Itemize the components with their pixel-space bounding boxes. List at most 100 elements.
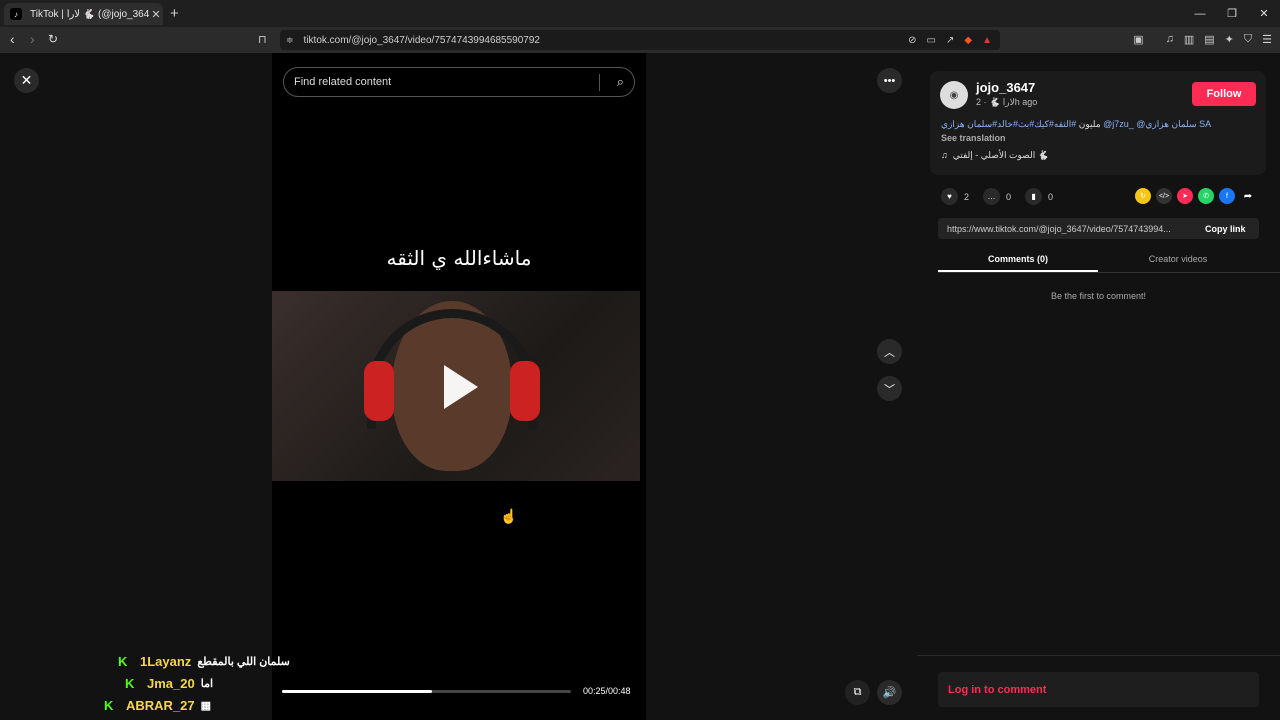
video-frame[interactable] [272, 291, 640, 481]
comment-button[interactable]: … 0 [983, 188, 1011, 205]
headphone-cup-left [364, 361, 394, 421]
comment-icon: … [983, 188, 1001, 205]
username[interactable]: jojo_3647 [976, 80, 1035, 95]
follow-button[interactable]: Follow [1192, 82, 1256, 106]
share-link-url[interactable]: https://www.tiktok.com/@jojo_3647/video/… [947, 224, 1193, 234]
mouse-cursor-icon: ☝ [500, 508, 518, 524]
minimize-icon[interactable]: — [1184, 0, 1216, 27]
reload-icon[interactable]: ↻ [48, 32, 58, 46]
browser-tab-strip: ♪ TikTok | لارا 🐇 (@jojo_3647) ✕ + — ❐ ✕ [0, 0, 1280, 27]
share-arrow-icon[interactable]: ➦ [1240, 188, 1256, 204]
leo-icon[interactable]: ✦ [1225, 33, 1234, 46]
pip-icon: ⧉ [853, 686, 862, 698]
share-link-box: https://www.tiktok.com/@jojo_3647/video/… [938, 218, 1259, 239]
menu-icon[interactable]: ☰ [1262, 33, 1272, 46]
bookmark-icon: ▮ [1025, 188, 1043, 205]
heart-icon: ♥ [941, 188, 958, 205]
description-text: مليون [1078, 119, 1101, 129]
window-controls: — ❐ ✕ [1184, 0, 1280, 27]
tab-comments[interactable]: Comments (0) [938, 250, 1098, 272]
more-icon: ••• [883, 74, 896, 87]
related-search[interactable]: Find related content ⌕ [283, 67, 635, 97]
video-player[interactable]: Find related content ⌕ ماشاءالله ي الثقه… [272, 53, 646, 720]
facebook-icon[interactable]: f [1219, 188, 1235, 204]
restore-icon[interactable]: ❐ [1216, 0, 1248, 27]
description-mentions[interactable]: @j7zu_ @سلمان هزازي [1103, 119, 1196, 129]
tiktok-icon: ♪ [10, 8, 22, 20]
close-icon: ✕ [20, 72, 33, 88]
browser-tab[interactable]: ♪ TikTok | لارا 🐇 (@jojo_3647) ✕ [4, 3, 163, 25]
avatar[interactable]: ◉ [940, 81, 968, 109]
whatsapp-icon[interactable]: ✆ [1198, 188, 1214, 204]
volume-button[interactable]: 🔊 [877, 680, 902, 705]
wallet-icon[interactable]: ▤ [1204, 33, 1214, 46]
headphone-cup-right [510, 361, 540, 421]
cast-icon[interactable]: ▭ [927, 35, 936, 46]
progress-bar[interactable] [282, 690, 571, 693]
forward-icon[interactable]: › [30, 31, 35, 47]
music-title[interactable]: الصوت الأصلي - إلفتي 🐇 [953, 150, 1049, 160]
search-divider [599, 74, 600, 91]
new-tab-icon[interactable]: + [170, 5, 179, 22]
video-caption: ماشاءالله ي الثقه [386, 246, 532, 270]
comment-count: 0 [1006, 191, 1012, 202]
back-icon[interactable]: ‹ [10, 31, 15, 47]
embed-icon[interactable]: </> [1156, 188, 1172, 204]
translate-icon[interactable]: ⊘ [908, 35, 916, 46]
like-button[interactable]: ♥ 2 [941, 188, 969, 205]
chat-text: اما [200, 677, 214, 690]
toolbar-extensions: ▣ ♫ ▥ ▤ ✦ ⛉ ☰ [1133, 33, 1272, 46]
music-link[interactable]: ♫ الصوت الأصلي - إلفتي 🐇 [941, 150, 1049, 161]
share-icon[interactable]: ↗ [946, 35, 954, 46]
description-hashtags[interactable]: #الثقه#كيك#بث#خالد#سلمان هزازي [941, 119, 1076, 129]
address-bar[interactable]: ≑ tiktok.com/@jojo_3647/video/7574743994… [280, 30, 1000, 50]
save-button[interactable]: ▮ 0 [1025, 188, 1053, 205]
empty-comments-text: Be the first to comment! [1050, 291, 1147, 301]
play-icon[interactable] [444, 365, 478, 409]
pip-button[interactable]: ⧉ [845, 680, 870, 705]
rewards-icon[interactable]: ▲ [982, 35, 992, 46]
post-info-card: ◉ jojo_3647 لارا 🐇 · 2h ago Follow مليون… [930, 71, 1266, 175]
copy-link-button[interactable]: Copy link [1205, 224, 1246, 234]
tab-creator-videos[interactable]: Creator videos [1098, 250, 1258, 272]
panel-tabs: Comments (0) Creator videos [938, 250, 1280, 273]
send-icon[interactable]: ➤ [1177, 188, 1193, 204]
previous-video-button[interactable]: ︿ [877, 339, 902, 364]
bookmark-icon[interactable]: ⊓ [258, 33, 267, 46]
music-icon[interactable]: ♫ [1166, 33, 1174, 46]
repost-icon[interactable]: ↻ [1135, 188, 1151, 204]
window-close-icon[interactable]: ✕ [1248, 0, 1280, 27]
site-info-icon[interactable]: ≑ [286, 35, 294, 46]
close-tab-icon[interactable]: ✕ [149, 8, 163, 21]
display-name: لارا 🐇 [989, 97, 1015, 107]
tiktok-video-page: ✕ Find related content ⌕ ماشاءالله ي الث… [0, 53, 1280, 720]
vpn-icon[interactable]: ⛉ [1244, 33, 1252, 46]
details-panel: ◉ jojo_3647 لارا 🐇 · 2h ago Follow مليون… [917, 53, 1280, 720]
comment-footer: Log in to comment [917, 655, 1280, 720]
close-video-button[interactable]: ✕ [14, 68, 39, 93]
search-input[interactable]: Find related content [294, 76, 391, 88]
shield-icon[interactable]: ◆ [964, 35, 972, 46]
browser-toolbar: ‹ › ↻ ⊓ ≑ tiktok.com/@jojo_3647/video/75… [0, 27, 1280, 53]
more-options-button[interactable]: ••• [877, 68, 902, 93]
chevron-up-icon: ︿ [884, 346, 895, 359]
sidebar-icon[interactable]: ▥ [1184, 33, 1194, 46]
chat-username: Jma_20 [147, 675, 195, 691]
chevron-down-icon: ﹀ [884, 383, 895, 396]
url-text[interactable]: tiktok.com/@jojo_3647/video/757474399468… [304, 35, 540, 46]
chat-username: ABRAR_27 [126, 697, 195, 713]
next-video-button[interactable]: ﹀ [877, 376, 902, 401]
chat-message: K Jma_20 اما [125, 672, 320, 694]
login-to-comment-button[interactable]: Log in to comment [938, 672, 1259, 707]
chat-username: 1Layanz [140, 653, 192, 669]
music-note-icon: ♫ [941, 150, 948, 160]
screenshot-icon[interactable]: ▣ [1133, 33, 1143, 46]
save-count: 0 [1048, 191, 1054, 202]
volume-icon: 🔊 [882, 687, 897, 699]
see-translation-link[interactable]: See translation [941, 133, 1006, 143]
search-icon[interactable]: ⌕ [617, 74, 624, 90]
action-bar: ♥ 2 … 0 ▮ 0 [941, 188, 1067, 205]
user-meta: لارا 🐇 · 2h ago [976, 97, 1038, 107]
kick-icon: K [118, 653, 128, 669]
emote-icon: ▦ [200, 699, 212, 712]
